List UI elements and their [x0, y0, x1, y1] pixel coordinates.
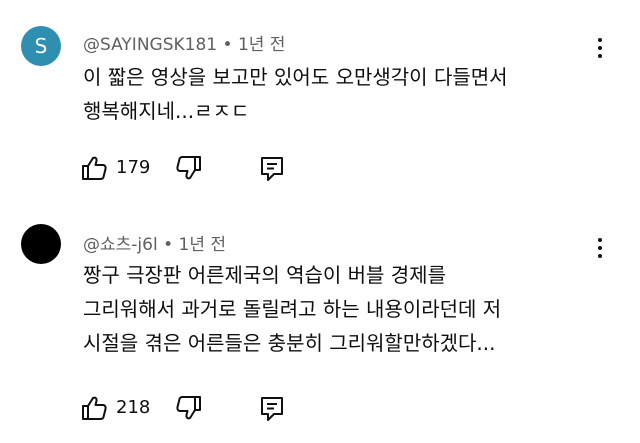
reply-icon[interactable]: [258, 154, 286, 182]
comment-meta: @SAYINGSK181 • 1년 전: [83, 30, 285, 55]
comment-item: @쇼츠-j6l • 1년 전 짱구 극장판 어른제국의 역습이 버블 경제를 그…: [0, 200, 640, 443]
comment-author[interactable]: @쇼츠-j6l: [83, 235, 158, 255]
comment-actions: 179: [80, 154, 300, 184]
comment-text: 이 짧은 영상을 보고만 있어도 오만생각이 다들면서 행복해지네...ㄹㅈㄷ: [83, 60, 603, 128]
thumbs-up-icon[interactable]: [80, 394, 108, 422]
comment-author[interactable]: @SAYINGSK181: [83, 35, 217, 55]
comment-line: 짱구 극장판 어른제국의 역습이 버블 경제를: [83, 263, 446, 287]
reply-icon[interactable]: [258, 394, 286, 422]
comment-text: 짱구 극장판 어른제국의 역습이 버블 경제를 그리워해서 과거로 돌릴려고 하…: [83, 258, 603, 360]
comment-line: 그리워해서 과거로 돌릴려고 하는 내용이라던데 저: [83, 297, 502, 321]
thumbs-down-icon[interactable]: [175, 394, 203, 422]
comment-line: 행복해지네...ㄹㅈㄷ: [83, 99, 250, 123]
comment-time[interactable]: 1년 전: [179, 235, 227, 255]
more-vert-icon[interactable]: [592, 35, 608, 61]
avatar[interactable]: [21, 224, 61, 264]
thumbs-down-icon[interactable]: [175, 154, 203, 182]
comment-time[interactable]: 1년 전: [238, 35, 286, 55]
avatar-letter: S: [34, 34, 48, 58]
comment-item: S @SAYINGSK181 • 1년 전 이 짧은 영상을 보고만 있어도 오…: [0, 0, 640, 200]
meta-separator: •: [163, 235, 174, 255]
like-count: 218: [116, 397, 151, 418]
meta-separator: •: [222, 35, 233, 55]
comment-actions: 218: [80, 394, 300, 424]
comment-line: 시절을 겪은 어른들은 충분히 그리워할만하겠다...: [83, 331, 496, 355]
comment-line: 이 짧은 영상을 보고만 있어도 오만생각이 다들면서: [83, 65, 508, 89]
thumbs-up-icon[interactable]: [80, 154, 108, 182]
avatar[interactable]: S: [21, 26, 61, 66]
comment-meta: @쇼츠-j6l • 1년 전: [83, 230, 226, 255]
like-count: 179: [116, 157, 151, 178]
